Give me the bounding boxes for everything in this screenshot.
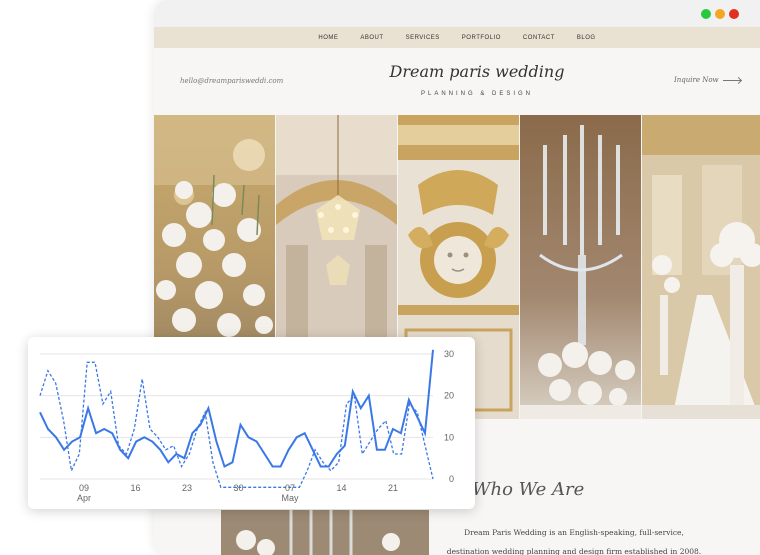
x-tick-day: 09 [79,483,89,493]
x-tick-day: 23 [182,483,192,493]
inquire-label: Inquire Now [674,76,719,84]
close-button[interactable] [729,9,739,19]
gallery-photo-aisle[interactable] [642,115,760,419]
nav-services[interactable]: SERVICES [406,35,440,41]
logo-script: Dream paris wedding [389,62,565,81]
x-tick-day: 07 [285,483,295,493]
series-line-solid [39,349,434,468]
x-axis-ticks: 09Apr 16 23 30 07May 14 21 [77,483,398,503]
y-tick-label: 10 [444,432,454,442]
nav-portfolio[interactable]: PORTFOLIO [462,35,501,41]
x-tick-day: 21 [388,483,398,493]
x-tick-day: 14 [336,483,346,493]
site-header: hello@dreamparisweddi.com Dream paris we… [154,48,760,115]
about-line-1: Dream Paris Wedding is an English-speaki… [464,528,684,537]
nav-blog[interactable]: BLOG [577,35,596,41]
y-axis-ticks: 30 20 10 0 [444,349,454,484]
aisle-image [642,115,760,419]
y-tick-label: 20 [444,391,454,401]
main-nav: HOME ABOUT SERVICES PORTFOLIO CONTACT BL… [154,27,760,48]
about-image [221,510,429,555]
maximize-button[interactable] [701,9,711,19]
x-tick-day: 16 [130,483,140,493]
x-tick-day: 30 [233,483,243,493]
y-tick-label: 0 [449,474,454,484]
chart-grid [40,353,433,480]
about-text: Dream Paris Wedding is an English-speaki… [434,523,714,555]
inquire-link[interactable]: Inquire Now [674,76,741,84]
x-tick-month: Apr [77,493,91,503]
y-tick-label: 30 [444,349,454,359]
site-logo[interactable]: Dream paris wedding PLANNING & DESIGN [382,62,572,106]
arrow-right-icon [722,79,741,81]
x-tick-month: May [281,493,299,503]
title-bar [154,0,760,27]
line-chart: 30 20 10 0 09Apr 16 23 30 07May 14 21 [39,349,454,503]
nav-home[interactable]: HOME [318,35,338,41]
analytics-chart-card: 30 20 10 0 09 Apr 16 23 30 07 May 14 21 [28,337,475,509]
about-photo [221,510,429,555]
nav-contact[interactable]: CONTACT [523,35,555,41]
nav-about[interactable]: ABOUT [360,35,383,41]
about-line-2: destination wedding planning and design … [446,547,702,555]
logo-subtitle: PLANNING & DESIGN [420,91,533,97]
chart-series [39,349,434,488]
gallery-photo-candelabra[interactable] [520,115,641,419]
candelabra-image [520,115,641,419]
minimize-button[interactable] [715,9,725,19]
about-title: Who We Are [472,479,585,500]
email-link[interactable]: hello@dreamparisweddi.com [180,77,283,85]
